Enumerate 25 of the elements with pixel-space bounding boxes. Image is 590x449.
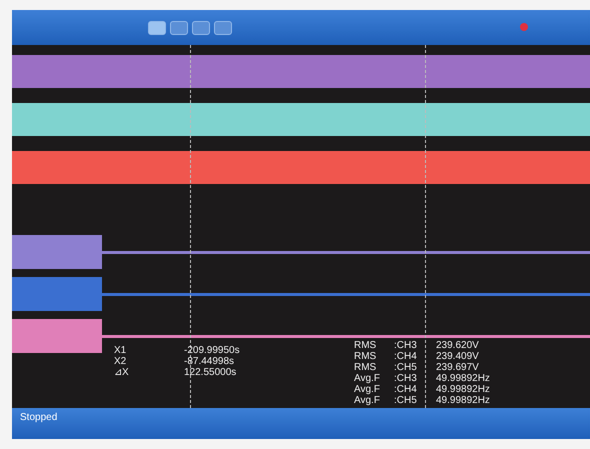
measurement-item: Avg.F <box>354 384 381 395</box>
cursor-label: X2 <box>114 356 128 367</box>
cursor-label: X1 <box>114 345 128 356</box>
cursor-value: -87.44998s <box>184 356 236 367</box>
measurement-channel: :CH3 <box>394 340 418 351</box>
measurement-value: 239.409V <box>436 351 480 362</box>
measurement-value: 239.620V <box>436 340 480 351</box>
measurement-channel: :CH4 <box>394 384 418 395</box>
measurement-item: RMS <box>354 362 378 373</box>
run-state: Stopped <box>20 412 58 423</box>
measurement-channel: :CH5 <box>394 395 418 406</box>
measurement-channel: :CH4 <box>394 351 418 362</box>
measurement-value: 49.99892Hz <box>436 395 491 406</box>
measurement-value: 49.99892Hz <box>436 384 491 395</box>
cursor-value: -209.99950s <box>184 345 241 356</box>
cursor-label: ⊿X <box>114 367 130 378</box>
measurement-channel: :CH3 <box>394 373 418 384</box>
cursor-value: 122.55000s <box>184 367 238 378</box>
measurement-channel: :CH5 <box>394 362 418 373</box>
measurement-value: 239.697V <box>436 362 480 373</box>
measurement-item: RMS <box>354 340 378 351</box>
measurement-item: Avg.F <box>354 395 381 406</box>
measurement-item: Avg.F <box>354 373 381 384</box>
measurement-value: 49.99892Hz <box>436 373 491 384</box>
measurement-item: RMS <box>354 351 378 362</box>
